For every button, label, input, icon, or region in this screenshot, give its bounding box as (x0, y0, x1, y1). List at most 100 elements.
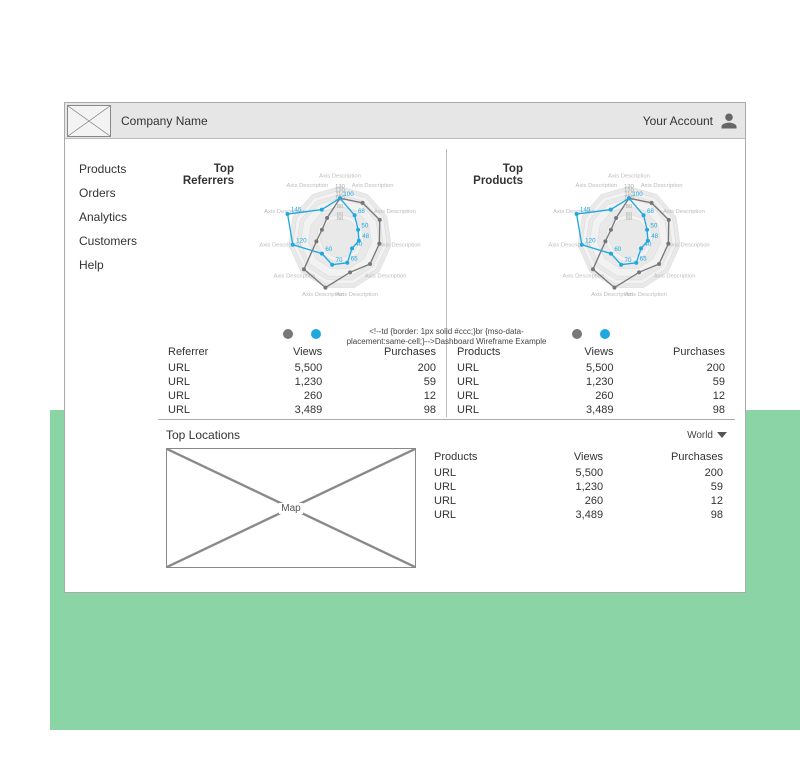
table-cell: 1,230 (549, 375, 618, 389)
table-cell: 260 (256, 389, 326, 403)
sidebar-item-analytics[interactable]: Analytics (75, 205, 158, 229)
map-label: Map (279, 503, 302, 514)
svg-text:130: 130 (624, 184, 634, 190)
tbody-referrers: URL5,500200URL1,23059URL26012URL3,48998 (164, 361, 440, 417)
svg-text:Axis Description: Axis Description (352, 183, 394, 189)
table-cell: 59 (618, 375, 729, 389)
table-cell: URL (453, 403, 549, 417)
sidebar-item-customers[interactable]: Customers (75, 229, 158, 253)
col-purchases: Purchases (607, 450, 727, 466)
svg-text:40: 40 (355, 241, 362, 248)
world-dropdown[interactable]: World (687, 430, 727, 441)
table-cell: 59 (326, 375, 440, 389)
svg-text:60: 60 (614, 246, 621, 253)
svg-text:100: 100 (632, 191, 643, 198)
svg-text:Axis Description: Axis Description (273, 274, 315, 280)
table-cell: 260 (533, 494, 607, 508)
table-cell: 98 (618, 403, 729, 417)
svg-text:80: 80 (337, 204, 344, 210)
table-cell: URL (430, 480, 533, 494)
svg-text:145: 145 (291, 207, 302, 214)
panel-products: Top Products 506080100110120130Axis Desc… (446, 149, 735, 417)
main-content: Top Referrers 506080100110120130Axis Des… (158, 149, 735, 578)
svg-text:Axis Description: Axis Description (575, 183, 617, 189)
svg-text:120: 120 (296, 237, 307, 244)
table-cell: URL (164, 375, 256, 389)
table-cell: 3,489 (533, 508, 607, 522)
overlay-caption: <!--td {border: 1px solid #ccc;}br {mso-… (347, 327, 547, 346)
sidebar-item-orders[interactable]: Orders (75, 181, 158, 205)
radar-svg: 506080100110120130Axis DescriptionAxis D… (529, 153, 729, 323)
svg-text:40: 40 (644, 241, 651, 248)
table-row: URL3,48998 (164, 403, 440, 417)
table-row: URL1,23059 (453, 375, 729, 389)
app-window: Company Name Your Account Products Order… (64, 102, 746, 593)
svg-text:Axis Description: Axis Description (654, 274, 696, 280)
svg-text:Axis Description: Axis Description (302, 292, 344, 298)
table-cell: URL (430, 494, 533, 508)
sidebar-item-products[interactable]: Products (75, 157, 158, 181)
svg-text:70: 70 (335, 257, 342, 264)
logo-placeholder (67, 105, 111, 137)
table-cell: 12 (326, 389, 440, 403)
table-cell: 1,230 (533, 480, 607, 494)
svg-text:68: 68 (358, 208, 365, 215)
svg-text:80: 80 (626, 204, 633, 210)
table-cell: 3,489 (549, 403, 618, 417)
table-cell: URL (164, 403, 256, 417)
legend-dot-blue (311, 329, 321, 339)
svg-text:Axis Description: Axis Description (608, 174, 650, 180)
table-cell: 12 (618, 389, 729, 403)
svg-text:Axis Description: Axis Description (319, 174, 361, 180)
svg-text:50: 50 (650, 222, 657, 229)
user-icon[interactable] (719, 111, 739, 131)
table-cell: URL (430, 466, 533, 480)
table-cell: 98 (326, 403, 440, 417)
table-row: URL1,23059 (164, 375, 440, 389)
account-link[interactable]: Your Account (643, 114, 713, 128)
table-referrers: Referrer Views Purchases URL5,500200URL1… (164, 345, 440, 417)
table-row: URL5,500200 (430, 466, 727, 480)
table-row: URL26012 (453, 389, 729, 403)
svg-text:60: 60 (337, 212, 344, 218)
table-cell: 5,500 (256, 361, 326, 375)
table-products: Products Views Purchases URL5,500200URL1… (453, 345, 729, 417)
svg-text:48: 48 (651, 233, 658, 240)
col-purchases: Purchases (326, 345, 440, 361)
svg-text:Axis Description: Axis Description (374, 209, 416, 215)
table-cell: 260 (549, 389, 618, 403)
locations-section: Top Locations World Map Products (158, 419, 735, 578)
table-row: URL5,500200 (453, 361, 729, 375)
svg-text:Axis Description: Axis Description (286, 183, 328, 189)
table-cell: 12 (607, 494, 727, 508)
svg-text:50: 50 (361, 222, 368, 229)
panel-referrers: Top Referrers 506080100110120130Axis Des… (158, 149, 446, 417)
col-views: Views (256, 345, 326, 361)
table-cell: URL (453, 361, 549, 375)
svg-text:Axis Description: Axis Description (365, 274, 407, 280)
legend-dot-gray (572, 329, 582, 339)
svg-text:60: 60 (626, 212, 633, 218)
col-purchases: Purchases (618, 345, 729, 361)
svg-text:145: 145 (580, 207, 591, 214)
radar-chart-referrers: 506080100110120130Axis DescriptionAxis D… (240, 153, 440, 323)
locations-title: Top Locations (166, 428, 240, 442)
radar-chart-products: 506080100110120130Axis DescriptionAxis D… (529, 153, 729, 323)
panel-title-products: Top Products (453, 153, 529, 323)
table-cell: 59 (607, 480, 727, 494)
table-cell: 1,230 (256, 375, 326, 389)
table-cell: 200 (607, 466, 727, 480)
table-locations: Products Views Purchases URL5,500200URL1… (430, 450, 727, 522)
sidebar-item-help[interactable]: Help (75, 253, 158, 277)
table-cell: 5,500 (533, 466, 607, 480)
svg-text:65: 65 (351, 255, 358, 262)
chart-panels: Top Referrers 506080100110120130Axis Des… (158, 149, 735, 417)
title-bar: Company Name Your Account (65, 103, 745, 139)
col-views: Views (533, 450, 607, 466)
table-cell: 3,489 (256, 403, 326, 417)
svg-text:Axis Description: Axis Description (591, 292, 633, 298)
col-referrer: Referrer (164, 345, 256, 361)
table-cell: 5,500 (549, 361, 618, 375)
svg-text:Axis Description: Axis Description (641, 183, 683, 189)
chevron-down-icon (717, 432, 727, 438)
